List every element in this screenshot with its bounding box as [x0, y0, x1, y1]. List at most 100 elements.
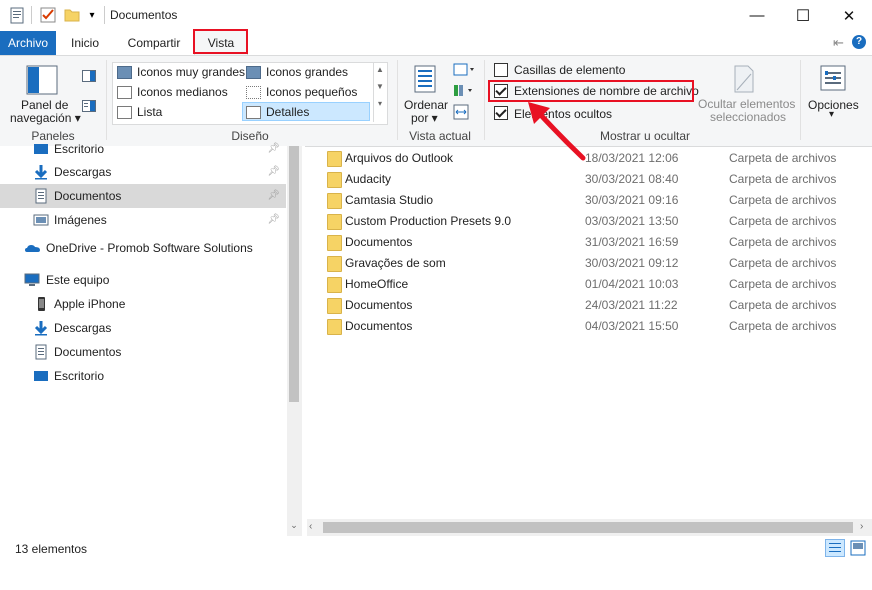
layout-extra-large-icons[interactable]: Iconos muy grandes	[137, 65, 245, 79]
tab-compartir[interactable]: Compartir	[118, 31, 190, 55]
scroll-right-arrow[interactable]: ›	[860, 521, 863, 532]
file-row[interactable]: Gravações de som 30/03/2021 09:12 Carpeta …	[320, 253, 860, 274]
layout-large-icons[interactable]: Iconos grandes	[266, 65, 348, 79]
file-row[interactable]: Documentos 31/03/2021 16:59 Carpeta de arc…	[320, 232, 860, 253]
options-dropdown-arrow[interactable]: ▾	[829, 109, 834, 120]
layout-list[interactable]: Lista	[137, 105, 162, 119]
layout-details[interactable]: Detalles	[266, 105, 309, 119]
hide-selected-label[interactable]: Ocultar elementos	[698, 97, 795, 111]
nav-item-apple-iphone[interactable]: Apple iPhone	[0, 292, 286, 316]
file-type: Carpeta de archivos	[729, 256, 837, 270]
file-row[interactable]: Documentos 24/03/2021 11:22 Carpeta de arc…	[320, 295, 860, 316]
horizontal-scrollbar-thumb[interactable]	[323, 522, 853, 533]
file-row[interactable]: HomeOffice 01/04/2021 10:03 Carpeta de arc…	[320, 274, 860, 295]
scroll-down-arrow[interactable]: ⌄	[289, 520, 299, 531]
this-pc-icon	[24, 272, 40, 288]
folder-icon	[327, 172, 342, 188]
nav-item-este-equipo[interactable]: Este equipo	[0, 268, 286, 292]
tab-archivo[interactable]: Archivo	[0, 31, 56, 55]
file-row[interactable]: Camtasia Studio 30/03/2021 09:16 Carpeta d…	[320, 190, 860, 211]
pin-icon[interactable]: 📌︎	[267, 143, 280, 154]
file-row[interactable]: Custom Production Presets 9.0 03/03/2021 …	[320, 211, 860, 232]
tab-inicio[interactable]: Inicio	[63, 31, 107, 55]
maximize-button[interactable]: ☐	[780, 0, 826, 31]
nav-item-label: Documentos	[54, 189, 122, 203]
navigation-pane-dropdown[interactable]: navegación ▾	[10, 111, 81, 125]
file-name: Arquivos do Outlook	[345, 151, 454, 165]
sort-by-dropdown[interactable]: por ▾	[411, 111, 438, 125]
nav-item-descargas[interactable]: Descargas 📌︎	[0, 160, 286, 184]
customize-toolbar-icon[interactable]: ▾	[84, 6, 100, 24]
horizontal-scrollbar[interactable]: ‹ ›	[307, 519, 872, 536]
nav-item-escritorio[interactable]: Escritorio 📌︎	[0, 137, 286, 161]
layout-medium-icons[interactable]: Iconos medianos	[137, 85, 228, 99]
file-date: 03/03/2021 13:50	[585, 214, 679, 228]
pane-splitter[interactable]	[301, 146, 305, 536]
folder-icon	[327, 235, 342, 251]
group-label-vista-actual: Vista actual	[409, 129, 471, 143]
help-icon[interactable]: ?	[852, 35, 866, 49]
window-bottom	[0, 562, 872, 590]
nav-item-label: Descargas	[54, 165, 112, 179]
small-icons-icon	[246, 86, 261, 99]
file-type: Carpeta de archivos	[729, 298, 837, 312]
phone-icon	[33, 296, 49, 312]
nav-item-label: Documentos	[54, 345, 122, 359]
nav-item-descargas-2[interactable]: Descargas	[0, 316, 286, 340]
fit-columns-icon[interactable]	[453, 104, 469, 120]
file-row[interactable]: Documentos 04/03/2021 15:50 Carpeta de arc…	[320, 316, 860, 337]
nav-item-imagenes[interactable]: Imágenes 📌︎	[0, 208, 286, 232]
separator	[104, 6, 105, 24]
preview-pane-icon[interactable]	[82, 70, 96, 82]
properties-icon[interactable]	[9, 6, 25, 24]
pin-icon[interactable]: 📌︎	[267, 166, 280, 177]
checkmark-icon[interactable]	[40, 6, 56, 24]
nav-item-documentos-2[interactable]: Documentos	[0, 340, 286, 364]
minimize-button[interactable]: —	[734, 0, 780, 31]
large-icons-view-button[interactable]	[849, 539, 867, 557]
nav-scrollbar-thumb[interactable]	[289, 146, 299, 402]
group-by-icon[interactable]	[453, 63, 475, 77]
group-separator	[484, 60, 485, 140]
file-date: 24/03/2021 11:22	[585, 298, 678, 312]
pin-icon[interactable]: 📌︎	[267, 190, 280, 201]
layout-small-icons[interactable]: Iconos pequeños	[266, 85, 357, 99]
item-checkboxes-checkbox[interactable]	[494, 63, 508, 77]
navigation-pane-icon[interactable]	[26, 65, 60, 97]
ribbon: Panel de navegación ▾ Paneles Iconos muy…	[0, 55, 872, 147]
nav-item-documentos-selected[interactable]: Documentos 📌︎	[0, 184, 286, 208]
hidden-items-checkbox[interactable]	[494, 106, 508, 120]
nav-item-onedrive[interactable]: OneDrive - Promob Software Solutions	[0, 236, 286, 260]
highlight-extensions-option	[488, 80, 694, 102]
hide-selected-icon[interactable]	[732, 64, 756, 94]
file-row[interactable]: Arquivos do Outlook 18/03/2021 12:06 Carpe…	[320, 148, 860, 169]
nav-item-label: Este equipo	[46, 273, 110, 287]
nav-scrollbar[interactable]: ⌄	[287, 146, 301, 536]
pin-ribbon-icon[interactable]: ⇤	[833, 35, 844, 51]
add-columns-icon[interactable]	[453, 84, 475, 98]
file-row[interactable]: Audacity 30/03/2021 08:40 Carpeta de archi…	[320, 169, 860, 190]
nav-item-label: Escritorio	[54, 142, 105, 156]
file-name: Documentos	[345, 235, 413, 249]
download-icon	[33, 320, 49, 336]
nav-item-escritorio-2[interactable]: Escritorio	[0, 364, 286, 388]
details-icon	[246, 106, 261, 119]
folder-icon	[327, 298, 342, 314]
sort-by-icon[interactable]	[411, 63, 439, 95]
file-name: HomeOffice	[345, 277, 409, 291]
documents-icon	[33, 188, 49, 204]
gallery-scroll[interactable]: ▲ ▼ ▾	[373, 63, 386, 122]
options-icon[interactable]	[819, 64, 847, 94]
file-type: Carpeta de archivos	[729, 235, 837, 249]
details-pane-icon[interactable]	[82, 100, 96, 112]
new-folder-icon[interactable]	[64, 6, 80, 24]
nav-item-label: Escritorio	[54, 369, 105, 383]
pin-icon[interactable]: 📌︎	[267, 214, 280, 225]
sort-by-label[interactable]: Ordenar	[404, 98, 448, 112]
details-view-button[interactable]	[825, 539, 845, 557]
navigation-pane-label[interactable]: Panel de	[21, 98, 68, 112]
close-button[interactable]: ✕	[826, 0, 872, 31]
group-separator	[800, 60, 801, 140]
item-checkboxes-label[interactable]: Casillas de elemento	[514, 63, 625, 77]
scroll-left-arrow[interactable]: ‹	[309, 521, 312, 532]
